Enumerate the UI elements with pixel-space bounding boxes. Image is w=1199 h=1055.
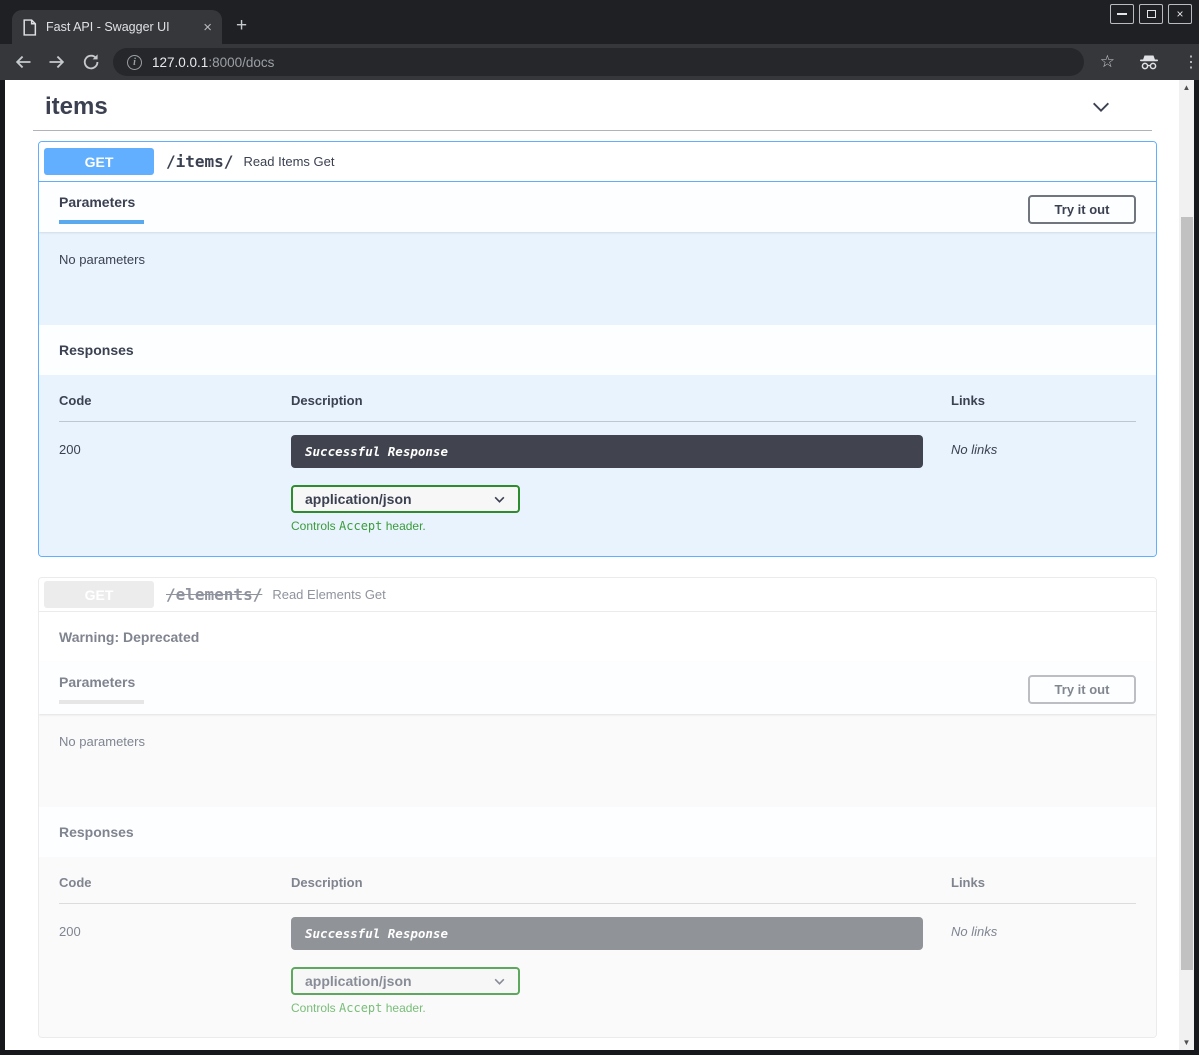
accept-code: Accept bbox=[339, 519, 382, 533]
parameters-label: Parameters bbox=[59, 674, 144, 690]
minimize-icon[interactable] bbox=[1110, 4, 1134, 24]
column-description: Description bbox=[291, 875, 951, 904]
parameters-body: No parameters bbox=[39, 714, 1156, 807]
endpoint-path: /elements/ bbox=[166, 585, 262, 604]
collapse-chevron-icon[interactable] bbox=[1090, 96, 1112, 118]
chevron-down-icon bbox=[493, 975, 506, 988]
responses-header: Responses bbox=[39, 325, 1156, 375]
page-content: items GET /items/ Read Items Get Paramet… bbox=[5, 80, 1179, 1050]
section-title: items bbox=[45, 93, 108, 121]
parameters-header: Parameters Try it out bbox=[39, 182, 1156, 232]
column-description: Description bbox=[291, 393, 951, 422]
window-controls: × bbox=[1110, 4, 1192, 24]
media-type-select[interactable]: application/json bbox=[291, 967, 520, 995]
no-links-text: No links bbox=[951, 435, 1136, 533]
tab-close-icon[interactable]: × bbox=[203, 20, 212, 35]
responses-table-header: Code Description Links bbox=[59, 393, 1136, 422]
parameters-header: Parameters Try it out bbox=[39, 662, 1156, 714]
url-bar[interactable]: i 127.0.0.1:8000/docs bbox=[113, 48, 1084, 76]
section-divider bbox=[33, 130, 1152, 131]
controls-accept-note: Controls Accept header. bbox=[291, 1001, 951, 1015]
response-description: Successful Response bbox=[291, 435, 923, 468]
parameters-label: Parameters bbox=[59, 194, 144, 210]
method-badge: GET bbox=[44, 148, 154, 175]
tab-parameters[interactable]: Parameters bbox=[59, 674, 144, 704]
column-links: Links bbox=[951, 875, 1136, 904]
scroll-up-icon[interactable]: ▲ bbox=[1179, 80, 1194, 95]
menu-kebab-icon[interactable]: ⋮ bbox=[1183, 52, 1199, 72]
tab-title: Fast API - Swagger UI bbox=[46, 20, 194, 34]
method-badge: GET bbox=[44, 581, 154, 608]
maximize-icon[interactable] bbox=[1139, 4, 1163, 24]
responses-body: Code Description Links 200 Successful Re… bbox=[39, 857, 1156, 1037]
column-links: Links bbox=[951, 393, 1136, 422]
tag-section-header-items[interactable]: items bbox=[33, 88, 1152, 126]
vertical-scrollbar[interactable]: ▲ ▼ bbox=[1179, 80, 1194, 1050]
try-it-out-button[interactable]: Try it out bbox=[1028, 675, 1136, 704]
media-type-select[interactable]: application/json bbox=[291, 485, 520, 513]
responses-table-header: Code Description Links bbox=[59, 875, 1136, 904]
page-favicon-document-icon bbox=[22, 19, 37, 36]
deprecated-warning-row: Warning: Deprecated bbox=[39, 612, 1156, 662]
incognito-icon bbox=[1138, 54, 1160, 70]
opblock-get-items: GET /items/ Read Items Get Parameters Tr… bbox=[38, 141, 1157, 557]
opblock-get-elements-deprecated: GET /elements/ Read Elements Get Warning… bbox=[38, 577, 1157, 1038]
reload-icon[interactable] bbox=[81, 52, 101, 72]
response-row: 200 Successful Response application/json… bbox=[59, 435, 1136, 533]
response-row: 200 Successful Response application/json… bbox=[59, 917, 1136, 1015]
media-type-value: application/json bbox=[305, 491, 412, 507]
scroll-down-icon[interactable]: ▼ bbox=[1179, 1035, 1194, 1050]
media-type-value: application/json bbox=[305, 973, 412, 989]
responses-label: Responses bbox=[59, 342, 134, 358]
browser-window: Fast API - Swagger UI × + × i 127.0.0.1:… bbox=[0, 0, 1199, 1055]
browser-toolbar: i 127.0.0.1:8000/docs ☆ ⋮ bbox=[0, 44, 1199, 80]
responses-header: Responses bbox=[39, 807, 1156, 857]
responses-label: Responses bbox=[59, 824, 134, 840]
response-description-cell: Successful Response application/json Con… bbox=[291, 435, 951, 533]
url-text: 127.0.0.1:8000/docs bbox=[152, 55, 274, 70]
no-parameters-text: No parameters bbox=[59, 734, 145, 749]
status-code: 200 bbox=[59, 917, 291, 1015]
chevron-down-icon bbox=[493, 493, 506, 506]
forward-icon[interactable] bbox=[47, 52, 67, 72]
no-links-text: No links bbox=[951, 917, 1136, 1015]
close-window-icon[interactable]: × bbox=[1168, 4, 1192, 24]
tab-strip: Fast API - Swagger UI × + × bbox=[0, 0, 1199, 44]
responses-body: Code Description Links 200 Successful Re… bbox=[39, 375, 1156, 556]
url-host: 127.0.0.1 bbox=[152, 55, 208, 70]
back-icon[interactable] bbox=[13, 52, 33, 72]
controls-accept-note: Controls Accept header. bbox=[291, 519, 951, 533]
column-code: Code bbox=[59, 875, 291, 904]
column-code: Code bbox=[59, 393, 291, 422]
parameters-body: No parameters bbox=[39, 232, 1156, 325]
try-it-out-button[interactable]: Try it out bbox=[1028, 195, 1136, 224]
endpoint-path: /items/ bbox=[166, 152, 233, 171]
url-path: :8000/docs bbox=[208, 55, 274, 70]
endpoint-summary: Read Items Get bbox=[243, 154, 334, 169]
site-info-icon[interactable]: i bbox=[127, 55, 142, 70]
browser-tab[interactable]: Fast API - Swagger UI × bbox=[12, 10, 222, 44]
endpoint-summary: Read Elements Get bbox=[272, 587, 385, 602]
bookmark-star-icon[interactable]: ☆ bbox=[1100, 52, 1115, 72]
response-description: Successful Response bbox=[291, 917, 923, 950]
response-description-cell: Successful Response application/json Con… bbox=[291, 917, 951, 1015]
new-tab-icon[interactable]: + bbox=[236, 16, 247, 35]
tab-parameters[interactable]: Parameters bbox=[59, 194, 144, 224]
opblock-summary[interactable]: GET /elements/ Read Elements Get bbox=[39, 578, 1156, 612]
scrollbar-thumb[interactable] bbox=[1181, 217, 1193, 970]
opblock-summary[interactable]: GET /items/ Read Items Get bbox=[39, 142, 1156, 182]
status-code: 200 bbox=[59, 435, 291, 533]
deprecated-warning: Warning: Deprecated bbox=[59, 629, 199, 645]
no-parameters-text: No parameters bbox=[59, 252, 145, 267]
accept-code: Accept bbox=[339, 1001, 382, 1015]
